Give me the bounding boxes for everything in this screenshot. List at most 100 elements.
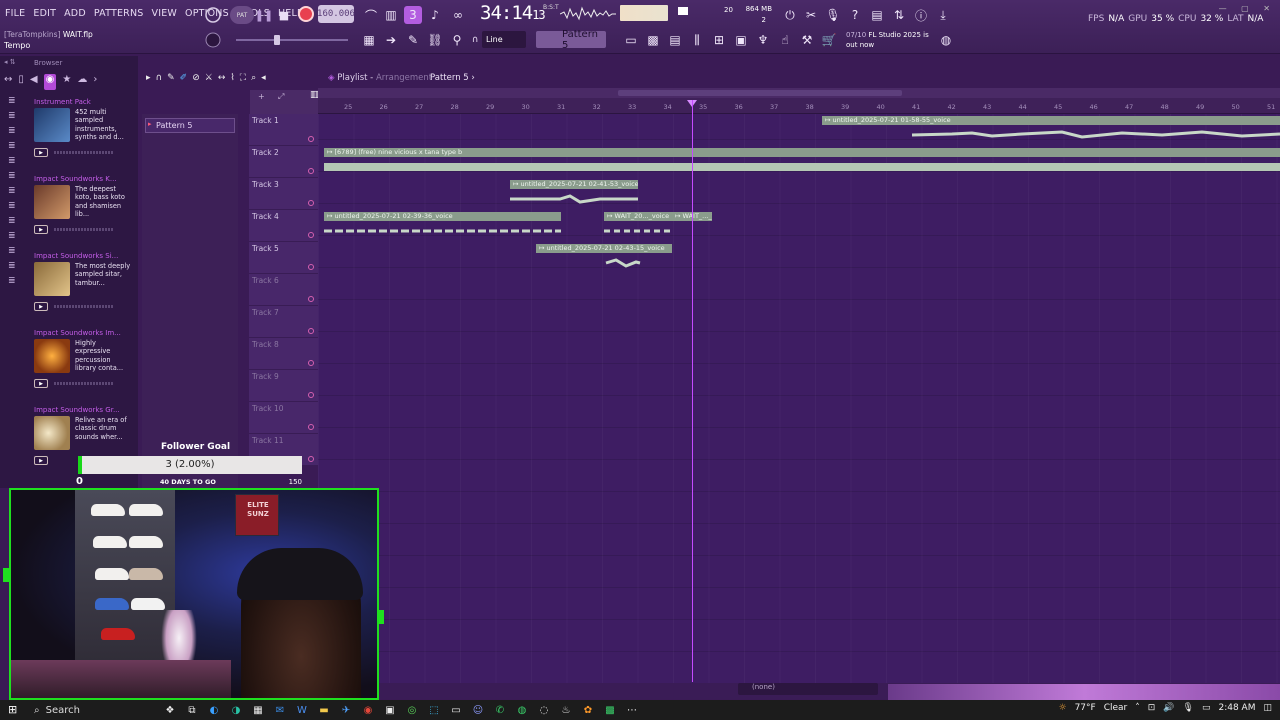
save-icon[interactable]: ▤	[868, 6, 886, 24]
menu-view[interactable]: VIEW	[151, 7, 179, 20]
slip-icon[interactable]: ↔	[218, 73, 226, 83]
master-volume-knob[interactable]	[203, 5, 223, 25]
scroll-thumb[interactable]	[618, 90, 902, 96]
pencil-icon[interactable]: ✎	[404, 31, 422, 49]
discord-icon[interactable]: ☺	[470, 702, 486, 718]
play-icon[interactable]: ▶	[34, 302, 48, 311]
widgets-icon[interactable]: ❖	[162, 702, 178, 718]
obs-icon[interactable]: ◌	[536, 702, 552, 718]
pattern-item[interactable]: Pattern 5	[145, 118, 235, 133]
explorer-icon[interactable]: ▬	[316, 702, 332, 718]
volume-icon[interactable]: 🔊	[1163, 703, 1174, 713]
plugin-icon[interactable]: ▣	[732, 31, 750, 49]
track-header[interactable]: Track 8	[249, 338, 318, 370]
track-mute-icon[interactable]	[308, 168, 314, 174]
blend-notes-icon[interactable]: ♪	[426, 6, 444, 24]
weather-temp[interactable]: 77°F	[1075, 703, 1096, 713]
track-mute-icon[interactable]	[308, 200, 314, 206]
weather-icon[interactable]: ☼	[1059, 703, 1067, 713]
pattern-song-toggle[interactable]: PAT	[230, 6, 254, 24]
stamp-icon[interactable]: ⚲	[448, 31, 466, 49]
arrows-icon[interactable]: ↔	[4, 74, 12, 90]
category-icon[interactable]: ≣	[8, 216, 28, 231]
select-icon[interactable]: ⛶	[240, 73, 246, 83]
track-mute-icon[interactable]	[308, 328, 314, 334]
help-icon[interactable]: ?	[846, 6, 864, 24]
track-mute-icon[interactable]	[308, 232, 314, 238]
channel-rack-icon[interactable]: ▩	[644, 31, 662, 49]
audio-clip[interactable]: ↦ untitled_2025-07-21 02-39-36_voice	[324, 212, 561, 240]
countdown-icon[interactable]: 3	[404, 6, 422, 24]
master-pitch-slider[interactable]	[236, 39, 348, 41]
playhead[interactable]	[692, 100, 693, 682]
globe-icon[interactable]: ◍	[937, 31, 955, 49]
audio-clip[interactable]: ↦ [6789] (free) nine vicious x tana type…	[324, 148, 1280, 176]
delete-icon[interactable]: ⊘	[192, 73, 200, 83]
app-icon[interactable]: ⋯	[624, 702, 640, 718]
mixer-view-icon[interactable]: ⫼	[688, 31, 706, 49]
pattern-select[interactable]: Pattern 5	[536, 29, 606, 51]
audio-clip[interactable]: ↦ untitled_2025-07-21 02-41-53_voice	[510, 180, 638, 208]
play-icon[interactable]: ▶	[34, 379, 48, 388]
browser-pack-item[interactable]: Instrument Pack 452 multi sampled instru…	[34, 98, 134, 157]
keyboard-icon[interactable]: ▦	[360, 31, 378, 49]
download-icon[interactable]: ⤓	[934, 6, 952, 24]
arrow-right-icon[interactable]: ➔	[382, 31, 400, 49]
track-mute-icon[interactable]	[308, 360, 314, 366]
track-mute-icon[interactable]	[308, 136, 314, 142]
chevron-up-icon[interactable]: ˄	[1135, 703, 1140, 713]
play-icon[interactable]: ▶	[34, 148, 48, 157]
cloud-icon[interactable]: ☁	[77, 74, 87, 90]
magnet-icon[interactable]: ∩	[156, 73, 163, 83]
pencil-icon[interactable]: ✎	[167, 73, 175, 83]
play-icon[interactable]: ▶	[34, 225, 48, 234]
category-icon[interactable]: ≣	[8, 201, 28, 216]
track-mute-icon[interactable]	[308, 392, 314, 398]
resize-handle[interactable]	[3, 568, 9, 582]
shop-cart-icon[interactable]: 🛒	[820, 31, 838, 49]
word-icon[interactable]: W	[294, 702, 310, 718]
track-header[interactable]: Track 10	[249, 402, 318, 434]
arrangement-grid[interactable]: ↦ untitled_2025-07-21 01-58-55_voice ↦ […	[318, 114, 1280, 684]
window-controls[interactable]: — ▢ ✕	[1219, 4, 1276, 13]
tempo-display[interactable]: 160.006	[317, 5, 355, 23]
app-icon[interactable]: ▩	[602, 702, 618, 718]
category-icon[interactable]: ≣	[8, 246, 28, 261]
snap-select[interactable]: Line	[482, 31, 526, 48]
mute-icon[interactable]: ⚔	[205, 73, 213, 83]
touch-icon[interactable]: ☝	[776, 31, 794, 49]
track-mute-icon[interactable]	[308, 264, 314, 270]
plugin-db-icon[interactable]: ◉	[43, 74, 57, 90]
weather-desc[interactable]: Clear	[1104, 703, 1128, 713]
network-icon[interactable]: ⊡	[1148, 703, 1156, 713]
category-icon[interactable]: ≣	[8, 126, 28, 141]
horizontal-scrollbar[interactable]	[318, 88, 1280, 98]
loop-record-icon[interactable]: ∞	[449, 6, 467, 24]
wrench-icon[interactable]: ⚒	[798, 31, 816, 49]
star-icon[interactable]: ★	[62, 74, 71, 90]
slider-handle[interactable]	[274, 35, 280, 45]
tool-icon[interactable]: ⤢	[278, 92, 284, 102]
category-icon[interactable]: ≣	[8, 96, 28, 111]
plus-icon[interactable]: +	[258, 92, 265, 101]
piano-roll-icon[interactable]: ▤	[666, 31, 684, 49]
xbox-icon[interactable]: ◎	[404, 702, 420, 718]
mail-icon[interactable]: ✈	[338, 702, 354, 718]
terminal-icon[interactable]: ▭	[448, 702, 464, 718]
track-header[interactable]: Track 5	[249, 242, 318, 274]
photos-icon[interactable]: ⬚	[426, 702, 442, 718]
audio-clip[interactable]: ↦ untitled_2025-07-21 01-58-55_voice	[822, 116, 1280, 144]
track-header[interactable]: Track 9	[249, 370, 318, 402]
browser-pack-item[interactable]: Impact Soundworks K... The deepest koto,…	[34, 175, 134, 234]
track-mute-icon[interactable]	[308, 456, 314, 462]
category-icon[interactable]: ≣	[8, 261, 28, 276]
chevron-right-icon[interactable]: ›	[93, 74, 97, 90]
playlist-icon[interactable]: ▭	[622, 31, 640, 49]
cut-icon[interactable]: ✂	[802, 6, 820, 24]
store-icon[interactable]: ▦	[250, 702, 266, 718]
play-icon[interactable]: ▶	[34, 456, 48, 465]
news-panel[interactable]: 07/10 FL Studio 2025 is out now	[846, 30, 929, 50]
category-icon[interactable]: ≣	[8, 186, 28, 201]
stop-icon[interactable]: ■	[274, 5, 294, 25]
fl-studio-icon[interactable]: ✿	[580, 702, 596, 718]
